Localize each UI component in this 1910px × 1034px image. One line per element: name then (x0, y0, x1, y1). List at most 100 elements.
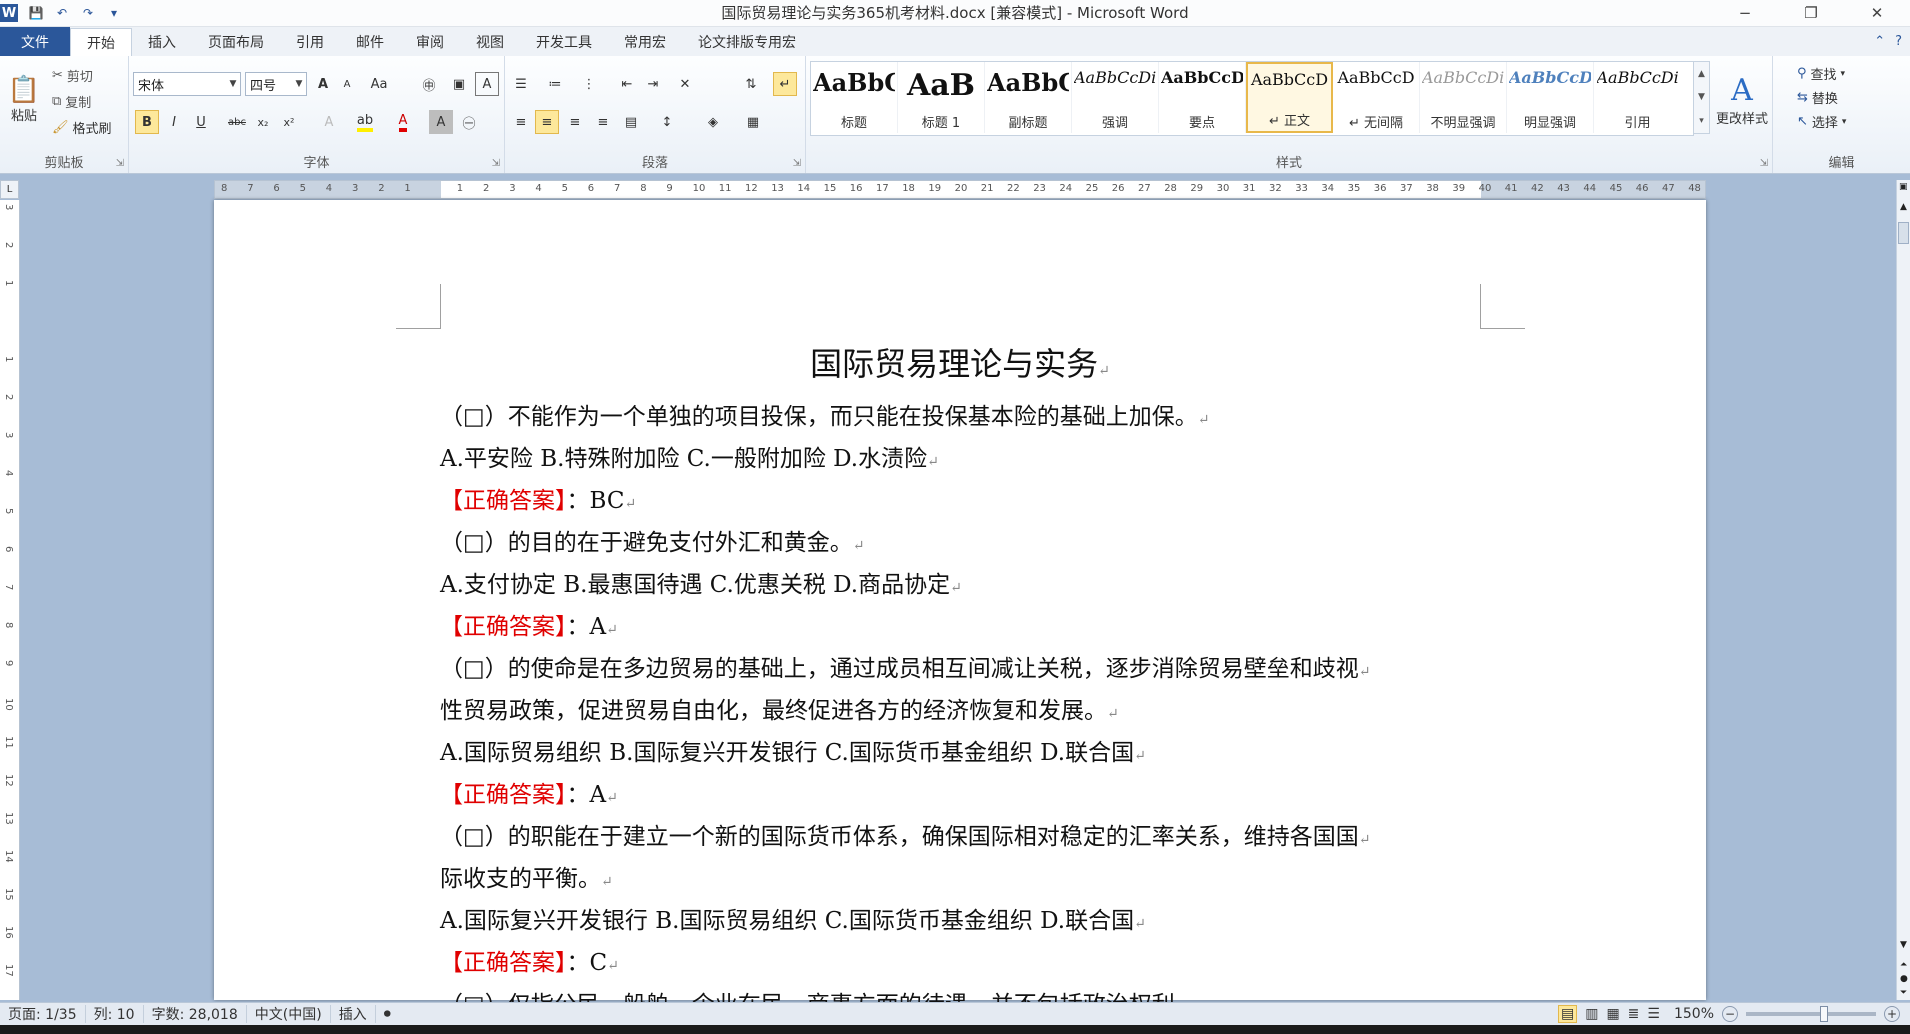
format-painter-button[interactable]: 🖌 格式刷 (52, 118, 112, 137)
scroll-down-icon[interactable]: ▼ (1900, 940, 1907, 950)
font-name-combo[interactable]: 宋体 ▼ (133, 72, 241, 96)
zoom-in-button[interactable]: + (1884, 1006, 1900, 1022)
more-icon[interactable]: ▾ (1699, 116, 1704, 126)
find-button[interactable]: ⚲ 查找 ▾ (1797, 64, 1845, 83)
document-body[interactable]: 国际贸易理论与实务↵ （□）不能作为一个单独的项目投保，而只能在投保基本险的基础… (440, 340, 1480, 1028)
full-screen-reading-icon[interactable]: ▥ (1585, 1006, 1598, 1022)
document-title[interactable]: 国际贸易理论与实务↵ (440, 340, 1480, 388)
style-title[interactable]: AaBbC 标题 (811, 62, 898, 133)
show-marks-icon[interactable]: ↵ (773, 72, 797, 96)
style-strong[interactable]: AaBbCcD 要点 (1159, 62, 1246, 133)
horizontal-ruler[interactable]: 8 7 6 5 4 3 2 1 1 2 3 4 5 6 7 8 9 10 11 12 13 14 15 16 17 18 19 20 2… (214, 180, 1706, 199)
strikethrough-button[interactable]: abc (225, 110, 249, 134)
chevron-up-icon[interactable]: ▲ (1698, 69, 1705, 79)
draft-icon[interactable]: ☰ (1647, 1006, 1660, 1022)
status-column[interactable]: 列: 10 (86, 1005, 144, 1023)
paste-button[interactable]: 📋 粘贴 (6, 64, 42, 134)
highlight-icon[interactable]: ab (353, 110, 377, 134)
justify-icon[interactable]: ≡ (591, 110, 615, 134)
zoom-level[interactable]: 150% (1674, 1006, 1714, 1022)
change-styles-button[interactable]: A 更改样式 (1712, 64, 1772, 136)
font-size-combo[interactable]: 四号 ▼ (245, 72, 307, 96)
copy-button[interactable]: ⧉ 复制 (52, 92, 91, 111)
clipboard-launcher-icon[interactable]: ⇲ (116, 158, 124, 169)
char-shading-button[interactable]: A (429, 110, 453, 134)
style-normal[interactable]: AaBbCcD ↵ 正文 (1246, 62, 1333, 133)
question-line[interactable]: （□）的目的在于避免支付外汇和黄金。↵ (440, 524, 1480, 566)
change-case-button[interactable]: Aa (367, 72, 391, 96)
distributed-icon[interactable]: ▤ (619, 110, 643, 134)
underline-button[interactable]: U (189, 110, 213, 134)
bold-button[interactable]: B (135, 110, 159, 134)
cut-button[interactable]: ✂ 剪切 (52, 66, 93, 85)
answer-line[interactable]: 【正确答案】：C↵ (440, 944, 1480, 986)
style-subtle-emphasis[interactable]: AaBbCcDi 不明显强调 (1420, 62, 1507, 133)
italic-button[interactable]: I (162, 110, 186, 134)
question-line[interactable]: （□）的职能在于建立一个新的国际货币体系，确保国际相对稳定的汇率关系，维持各国国… (440, 818, 1480, 860)
status-insert-mode[interactable]: 插入 (331, 1005, 376, 1023)
bullets-icon[interactable]: ☰ (509, 72, 533, 96)
vertical-ruler[interactable]: 3 2 1 1 2 3 4 5 6 7 8 9 10 11 12 13 14 15 16 17 (0, 200, 20, 1000)
borders-icon[interactable]: ▦ (741, 110, 765, 134)
options-line[interactable]: A.国际复兴开发银行 B.国际贸易组织 C.国际货币基金组织 D.联合国↵ (440, 902, 1480, 944)
browse-object-icon[interactable]: ● (1900, 974, 1908, 984)
paragraph-launcher-icon[interactable]: ⇲ (793, 158, 801, 169)
answer-line[interactable]: 【正确答案】：A↵ (440, 776, 1480, 818)
previous-page-icon[interactable]: ⏶ (1900, 960, 1907, 970)
scroll-thumb[interactable] (1898, 222, 1909, 244)
tab-selector[interactable]: L (0, 180, 19, 199)
char-border-icon[interactable]: ▣ (447, 72, 471, 96)
align-right-icon[interactable]: ≡ (563, 110, 587, 134)
style-intense-emphasis[interactable]: AaBbCcD 明显强调 (1507, 62, 1594, 133)
style-heading-1[interactable]: AaB 标题 1 (898, 62, 985, 133)
style-quote[interactable]: AaBbCcDi 引用 (1594, 62, 1681, 133)
sort-icon[interactable]: ⇅ (739, 72, 763, 96)
options-line[interactable]: A.平安险 B.特殊附加险 C.一般附加险 D.水渍险↵ (440, 440, 1480, 482)
tab-macros[interactable]: 常用宏 (608, 27, 682, 56)
options-line[interactable]: A.支付协定 B.最惠国待遇 C.优惠关税 D.商品协定↵ (440, 566, 1480, 608)
vertical-scrollbar[interactable]: ▣ ▲ ▼ ⏶ ● ⏷ (1896, 180, 1910, 1000)
help-icon[interactable]: ? (1895, 34, 1902, 49)
replace-button[interactable]: ⇆ 替换 (1797, 88, 1838, 107)
select-button[interactable]: ↖ 选择 ▾ (1797, 112, 1846, 131)
align-left-icon[interactable]: ≡ (509, 110, 533, 134)
options-line[interactable]: A.国际贸易组织 B.国际复兴开发银行 C.国际货币基金组织 D.联合国↵ (440, 734, 1480, 776)
print-layout-icon[interactable]: ▤ (1557, 1005, 1578, 1023)
question-line[interactable]: 际收支的平衡。↵ (440, 860, 1480, 902)
style-emphasis[interactable]: AaBbCcDi 强调 (1072, 62, 1159, 133)
macro-record-icon[interactable]: ⏺ (376, 1005, 399, 1023)
grow-font-button[interactable]: A (311, 72, 335, 96)
question-line[interactable]: （□）不能作为一个单独的项目投保，而只能在投保基本险的基础上加保。↵ (440, 398, 1480, 440)
web-layout-icon[interactable]: ▦ (1606, 1006, 1619, 1022)
font-launcher-icon[interactable]: ⇲ (492, 158, 500, 169)
undo-icon[interactable]: ↶ (54, 5, 70, 21)
status-word-count[interactable]: 字数: 28,018 (144, 1005, 247, 1023)
tab-developer[interactable]: 开发工具 (520, 27, 608, 56)
enclose-icon[interactable]: ㊀ (457, 110, 481, 134)
styles-launcher-icon[interactable]: ⇲ (1760, 158, 1768, 169)
tab-insert[interactable]: 插入 (132, 27, 192, 56)
style-subtitle[interactable]: AaBbC 副标题 (985, 62, 1072, 133)
status-page[interactable]: 页面: 1/35 (0, 1005, 86, 1023)
tab-view[interactable]: 视图 (460, 27, 520, 56)
document-page[interactable]: 国际贸易理论与实务↵ （□）不能作为一个单独的项目投保，而只能在投保基本险的基础… (214, 200, 1706, 1018)
phonetic-guide-icon[interactable]: ㊥ (417, 72, 441, 96)
redo-icon[interactable]: ↷ (80, 5, 96, 21)
answer-line[interactable]: 【正确答案】：A↵ (440, 608, 1480, 650)
superscript-button[interactable]: x² (277, 110, 301, 134)
increase-indent-icon[interactable]: ⇥ (641, 72, 665, 96)
tab-thesis-macros[interactable]: 论文排版专用宏 (682, 27, 812, 56)
multilevel-list-icon[interactable]: ⋮ (577, 72, 601, 96)
decrease-indent-icon[interactable]: ⇤ (615, 72, 639, 96)
line-spacing-icon[interactable]: ↕ (655, 110, 679, 134)
text-effects-icon[interactable]: A (317, 110, 341, 134)
question-line[interactable]: 性贸易政策，促进贸易自由化，最终促进各方的经济恢复和发展。↵ (440, 692, 1480, 734)
question-line[interactable]: （□）的使命是在多边贸易的基础上，通过成员相互间减让关税，逐步消除贸易壁垒和歧视… (440, 650, 1480, 692)
style-no-spacing[interactable]: AaBbCcD ↵ 无间隔 (1333, 62, 1420, 133)
align-center-icon[interactable]: ≡ (535, 110, 559, 134)
shrink-font-button[interactable]: A (335, 72, 359, 96)
customize-quick-access-icon[interactable]: ▾ (106, 5, 122, 21)
tab-mailings[interactable]: 邮件 (340, 27, 400, 56)
word-logo-icon[interactable]: W (0, 4, 18, 22)
answer-line[interactable]: 【正确答案】：BC↵ (440, 482, 1480, 524)
